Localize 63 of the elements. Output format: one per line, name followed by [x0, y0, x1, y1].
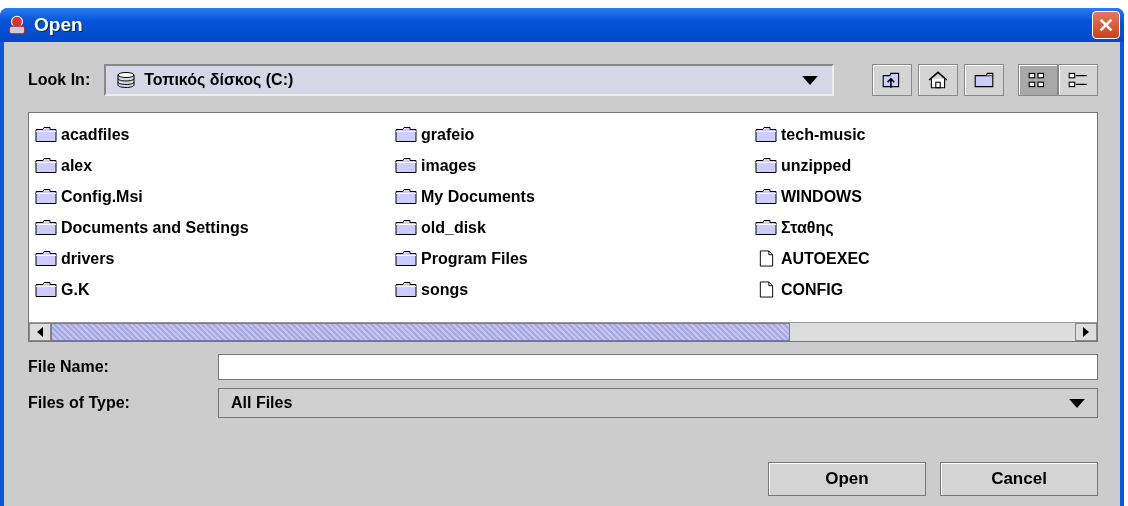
file-name-field[interactable] — [218, 354, 1098, 380]
file-name[interactable]: drivers — [61, 249, 115, 268]
folder-icon — [395, 250, 417, 267]
file-name[interactable]: grafeio — [421, 125, 475, 144]
folder-icon — [755, 126, 777, 143]
folder-icon — [973, 70, 995, 90]
file-name-label: File Name: — [28, 358, 110, 376]
folder-icon — [395, 219, 417, 236]
file-name[interactable]: My Documents — [421, 187, 535, 206]
file-name[interactable]: Σταθης — [781, 218, 834, 237]
file-name[interactable]: images — [421, 156, 477, 175]
horizontal-scrollbar[interactable] — [29, 322, 1097, 341]
file-name[interactable]: old_disk — [421, 218, 486, 237]
scroll-right-button[interactable] — [1075, 323, 1097, 341]
folder-icon — [35, 157, 57, 174]
file-name[interactable]: tech-music — [781, 125, 866, 144]
scroll-left-button[interactable] — [29, 323, 51, 341]
dialog-button[interactable]: Open — [768, 462, 926, 496]
file-name[interactable]: Config.Msi — [61, 187, 143, 206]
folder-icon — [35, 188, 57, 205]
dialog-button[interactable]: Cancel — [940, 462, 1098, 496]
file-name[interactable]: Documents and Settings — [61, 218, 249, 237]
folder-icon — [755, 188, 777, 205]
toolbar-button[interactable] — [964, 64, 1004, 96]
home-icon — [927, 70, 949, 90]
folder-icon — [35, 250, 57, 267]
file-name[interactable]: unzipped — [781, 156, 852, 175]
right-arrow-icon — [1083, 327, 1089, 337]
folder-icon — [35, 281, 57, 298]
details-view-icon — [1067, 70, 1089, 90]
look-in-dropdown[interactable]: Τοπικός δίσκος (C:) — [104, 64, 834, 96]
file-name[interactable]: Program Files — [421, 249, 528, 268]
file-name[interactable]: songs — [421, 280, 469, 299]
folder-icon — [395, 157, 417, 174]
view-toggle-button[interactable] — [1058, 64, 1098, 96]
folder-icon — [395, 126, 417, 143]
window-title: Open — [34, 14, 84, 36]
folder-icon — [395, 281, 417, 298]
folder-icon — [755, 157, 777, 174]
folder-icon — [35, 219, 57, 236]
file-name[interactable]: G.K — [61, 280, 90, 299]
file-type-label: Files of Type: — [28, 394, 131, 412]
disk-icon — [116, 72, 137, 88]
left-arrow-icon — [37, 327, 43, 337]
look-in-label: Look In: — [28, 71, 91, 89]
close-icon — [1097, 16, 1115, 34]
toolbar-button[interactable] — [918, 64, 958, 96]
caret-icon — [1069, 398, 1085, 408]
folder-icon — [35, 126, 57, 143]
caret-icon — [802, 75, 818, 85]
file-type-dropdown[interactable]: All Files — [218, 388, 1098, 418]
folder-icon — [395, 188, 417, 205]
file-name[interactable]: AUTOEXEC — [781, 249, 870, 268]
toolbar-button[interactable] — [872, 64, 912, 96]
close-button[interactable] — [1092, 11, 1120, 39]
file-name[interactable]: acadfiles — [61, 125, 130, 144]
file-name[interactable]: WINDOWS — [781, 187, 862, 206]
file-name[interactable]: CONFIG — [781, 280, 844, 299]
view-toggle-button[interactable] — [1018, 64, 1058, 96]
folder-icon — [755, 219, 777, 236]
file-name[interactable]: alex — [61, 156, 93, 175]
scrollbar-thumb[interactable] — [51, 323, 791, 341]
app-icon — [6, 14, 28, 36]
